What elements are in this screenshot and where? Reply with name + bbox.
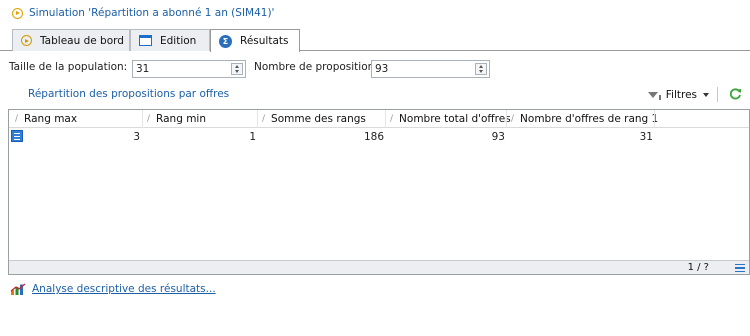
grid-header: / Rang max / Rang min / Somme des rangs / No…	[9, 110, 749, 128]
tab-label: Edition	[160, 34, 197, 47]
stepper-arrows-icon[interactable]	[475, 63, 487, 75]
window-title-bar: Simulation 'Répartition a abonné 1 an (S…	[0, 0, 750, 26]
cell-rang-min: 1	[249, 131, 256, 143]
arrow-up-icon[interactable]	[235, 65, 239, 68]
cell-rang-max: 3	[133, 131, 140, 143]
population-stepper[interactable]: 31	[132, 60, 246, 78]
table-row[interactable]: 3 1 186 93 31	[9, 129, 749, 145]
tab-edition[interactable]: Edition	[130, 29, 210, 51]
tab-tableau-de-bord[interactable]: Tableau de bord	[12, 29, 130, 51]
population-value[interactable]: 31	[133, 63, 231, 75]
analysis-link-row: Analyse descriptive des résultats...	[10, 283, 216, 295]
arrow-up-icon[interactable]	[479, 65, 483, 68]
propositions-value[interactable]: 93	[372, 63, 475, 75]
column-header-nombre-offres-rang-1[interactable]: / Nombre d'offres de rang 1	[511, 110, 658, 128]
tab-resultats[interactable]: Σ Résultats	[210, 29, 300, 52]
pager-label: 1 / ?	[687, 262, 709, 273]
results-grid[interactable]: / Rang max / Rang min / Somme des rangs / No…	[8, 109, 750, 275]
column-header-rang-max[interactable]: / Rang max	[15, 110, 77, 128]
arrow-down-icon[interactable]	[479, 70, 483, 73]
section-title: Répartition des propositions par offres	[28, 88, 230, 100]
filters-label: Filtres	[665, 88, 697, 101]
column-header-somme-des-rangs[interactable]: / Somme des rangs	[262, 110, 366, 128]
propositions-stepper[interactable]: 93	[371, 60, 490, 78]
propositions-label: Nombre de propositions:	[254, 61, 384, 73]
column-header-nombre-total-offres[interactable]: / Nombre total d'offres	[390, 110, 511, 128]
chart-icon	[10, 283, 26, 295]
cell-somme-des-rangs: 186	[363, 131, 384, 143]
cell-nombre-total-offres: 93	[491, 131, 505, 143]
divider	[717, 87, 718, 102]
column-header-rang-min[interactable]: / Rang min	[147, 110, 206, 128]
window-title: Simulation 'Répartition a abonné 1 an (S…	[29, 7, 275, 19]
funnel-icon	[647, 91, 658, 98]
tab-label: Tableau de bord	[40, 34, 124, 47]
chevron-down-icon[interactable]	[703, 92, 709, 97]
grid-footer: 1 / ?	[9, 260, 749, 274]
section-header: Répartition des propositions par offres …	[8, 83, 750, 105]
cell-nombre-offres-rang-1: 31	[639, 131, 653, 143]
menu-icon[interactable]	[735, 264, 745, 272]
tab-strip: Tableau de bord Edition Σ Résultats	[0, 29, 750, 52]
play-icon	[12, 7, 23, 19]
window-icon	[139, 35, 152, 46]
play-icon	[21, 35, 32, 46]
filters-button[interactable]: Filtres	[647, 87, 718, 102]
population-label: Taille de la population:	[9, 61, 128, 73]
tab-label: Résultats	[240, 35, 289, 47]
stepper-arrows-icon[interactable]	[231, 63, 243, 75]
sigma-icon: Σ	[219, 34, 232, 48]
refresh-icon[interactable]	[729, 87, 742, 100]
arrow-down-icon[interactable]	[235, 70, 239, 73]
analysis-link[interactable]: Analyse descriptive des résultats...	[32, 283, 216, 295]
